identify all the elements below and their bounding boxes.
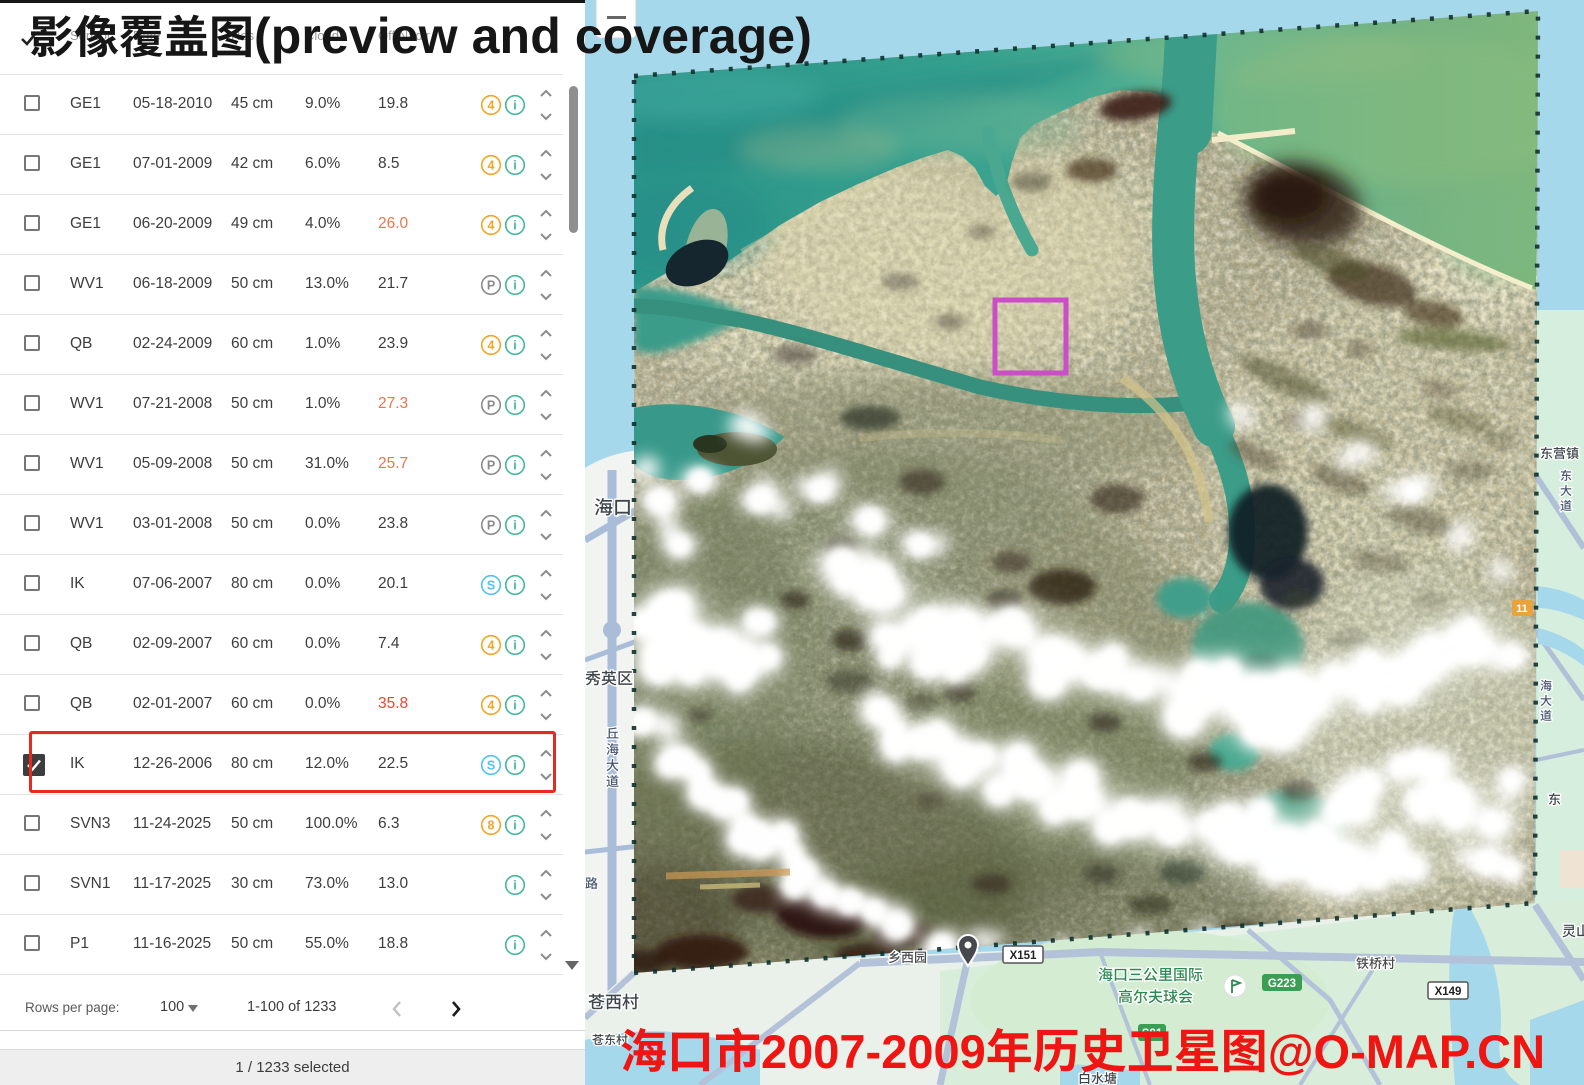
svg-text:X149: X149	[1435, 986, 1462, 998]
svg-text:i: i	[513, 398, 516, 412]
svg-text:i: i	[513, 938, 516, 952]
svg-text:P: P	[487, 518, 495, 532]
svg-text:8: 8	[488, 818, 495, 832]
svg-text:i: i	[513, 218, 516, 232]
svg-text:X151: X151	[1010, 950, 1037, 962]
svg-text:G223: G223	[1268, 978, 1296, 990]
svg-text:i: i	[513, 818, 516, 832]
svg-text:4: 4	[488, 218, 495, 232]
svg-text:i: i	[513, 278, 516, 292]
svg-text:S81: S81	[1142, 1028, 1163, 1040]
svg-text:4: 4	[488, 338, 495, 352]
svg-text:i: i	[513, 638, 516, 652]
svg-text:S: S	[487, 578, 495, 592]
svg-text:i: i	[513, 518, 516, 532]
svg-text:4: 4	[488, 638, 495, 652]
svg-text:i: i	[513, 98, 516, 112]
svg-text:i: i	[513, 338, 516, 352]
svg-text:4: 4	[488, 98, 495, 112]
svg-text:i: i	[513, 458, 516, 472]
svg-text:4: 4	[488, 158, 495, 172]
svg-text:11: 11	[1516, 603, 1528, 615]
svg-text:i: i	[513, 878, 516, 892]
svg-text:4: 4	[488, 698, 495, 712]
svg-text:P: P	[487, 278, 495, 292]
svg-text:P: P	[487, 398, 495, 412]
svg-text:P: P	[487, 458, 495, 472]
svg-text:i: i	[513, 158, 516, 172]
svg-text:i: i	[513, 698, 516, 712]
svg-text:i: i	[513, 578, 516, 592]
